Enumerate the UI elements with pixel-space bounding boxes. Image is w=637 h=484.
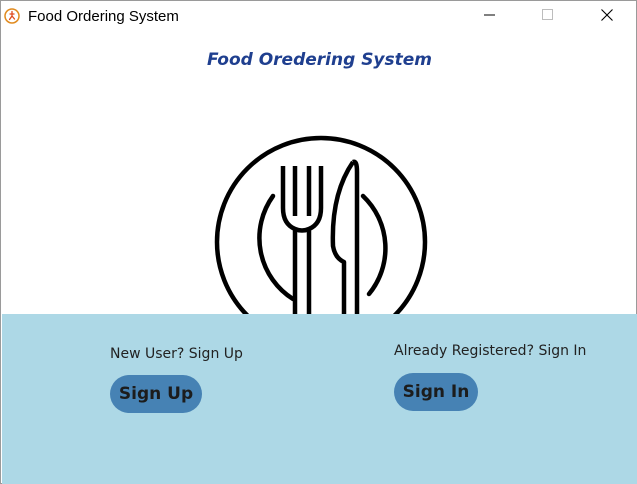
sign-up-button[interactable]: Sign Up (110, 375, 202, 413)
app-window: Food Ordering System Food Oredering Syst… (0, 0, 637, 484)
maximize-icon (542, 8, 554, 26)
minimize-button[interactable] (467, 1, 513, 32)
page-title: Food Oredering System (206, 50, 433, 70)
plate-fork-knife-icon (213, 134, 429, 314)
close-button[interactable] (584, 1, 630, 32)
maximize-button[interactable] (525, 1, 571, 32)
close-icon (601, 8, 613, 26)
registered-user-label: Already Registered? Sign In (394, 343, 587, 359)
app-logo-icon (4, 8, 20, 24)
title-bar[interactable]: Food Ordering System (1, 1, 636, 32)
minimize-icon (484, 8, 496, 26)
new-user-label: New User? Sign Up (110, 346, 243, 362)
auth-panel: New User? Sign Up Sign Up Already Regist… (2, 314, 637, 484)
sign-in-button[interactable]: Sign In (394, 373, 478, 411)
window-title: Food Ordering System (28, 8, 179, 25)
